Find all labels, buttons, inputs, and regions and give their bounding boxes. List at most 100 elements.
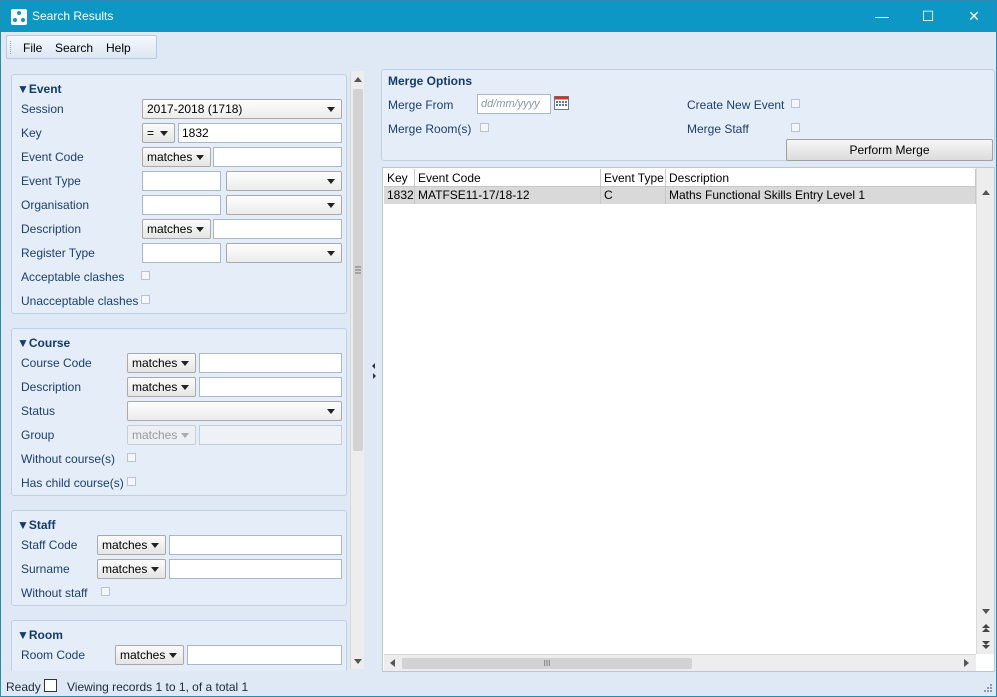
chevron-down-icon — [327, 203, 335, 208]
description-operator-select[interactable]: matches — [142, 219, 211, 239]
minimize-button[interactable]: — — [859, 1, 905, 32]
grid-hscroll-thumb[interactable]: III — [402, 658, 692, 669]
key-operator-select[interactable]: = — [142, 123, 175, 143]
course-description-label: Description — [21, 380, 82, 394]
column-header-event-type[interactable]: Event Type — [601, 169, 666, 187]
room-code-operator-select[interactable]: matches — [115, 645, 184, 665]
key-input[interactable]: 1832 — [178, 123, 342, 143]
surname-operator-value: matches — [102, 562, 148, 576]
calendar-icon[interactable] — [554, 96, 569, 110]
status-select[interactable] — [127, 401, 342, 421]
event-code-input[interactable] — [213, 147, 342, 167]
scroll-down-icon[interactable] — [982, 609, 990, 614]
grid-vertical-scrollbar[interactable] — [976, 168, 994, 654]
organisation-input[interactable] — [142, 195, 221, 215]
without-courses-checkbox[interactable] — [127, 453, 136, 462]
organisation-select[interactable] — [226, 195, 342, 215]
merge-options-panel: Merge Options Merge From dd/mm/yyyy Merg… — [381, 69, 995, 161]
staff-group: ▼Staff Staff Code matches Surname matche… — [11, 510, 347, 606]
register-type-input[interactable] — [142, 243, 221, 263]
surname-input[interactable] — [169, 559, 342, 579]
page-nav-icon[interactable] — [981, 623, 991, 651]
criteria-scroll-thumb[interactable] — [353, 89, 363, 451]
surname-label: Surname — [21, 562, 70, 576]
staff-code-input[interactable] — [169, 535, 342, 555]
key-operator-value: = — [147, 126, 155, 140]
status-checkbox[interactable] — [44, 679, 57, 692]
window-title: Search Results — [32, 9, 114, 23]
session-select[interactable]: 2017-2018 (1718) — [142, 99, 342, 119]
staff-heading[interactable]: ▼Staff — [17, 518, 56, 532]
course-code-input[interactable] — [199, 353, 342, 373]
without-staff-label: Without staff — [21, 586, 88, 600]
merge-from-date-input[interactable]: dd/mm/yyyy — [477, 94, 551, 114]
column-header-key[interactable]: Key — [384, 169, 415, 187]
pane-splitter[interactable] — [369, 70, 379, 671]
group-input[interactable] — [199, 425, 342, 445]
staff-code-operator-select[interactable]: matches — [97, 535, 166, 555]
scroll-down-icon[interactable] — [354, 659, 362, 664]
course-code-operator-value: matches — [132, 356, 178, 370]
course-description-operator-select[interactable]: matches — [127, 377, 196, 397]
event-type-label: Event Type — [21, 174, 81, 188]
title-bar[interactable]: Search Results — ☐ ✕ — [1, 1, 996, 32]
menu-bar: File Search Help — [6, 35, 157, 59]
merge-options-heading: Merge Options — [388, 74, 473, 88]
group-operator-select[interactable]: matches — [127, 425, 196, 445]
close-button[interactable]: ✕ — [951, 1, 997, 32]
acceptable-clashes-checkbox[interactable] — [141, 271, 150, 280]
has-child-courses-label: Has child course(s) — [21, 476, 124, 490]
results-grid: Key Event Code Event Type Description 18… — [382, 167, 995, 672]
chevron-down-icon — [327, 251, 335, 256]
course-description-operator-value: matches — [132, 380, 178, 394]
maximize-button[interactable]: ☐ — [905, 1, 951, 32]
column-header-event-code[interactable]: Event Code — [415, 169, 601, 187]
menu-search[interactable]: Search — [55, 41, 93, 55]
chevron-down-icon — [196, 155, 204, 160]
unacceptable-clashes-checkbox[interactable] — [141, 295, 150, 304]
surname-operator-select[interactable]: matches — [97, 559, 166, 579]
has-child-courses-checkbox[interactable] — [127, 477, 136, 486]
scroll-up-icon[interactable] — [982, 190, 990, 195]
cell-key[interactable]: 1832 — [384, 187, 415, 204]
event-code-operator-select[interactable]: matches — [142, 147, 211, 167]
resize-grip-icon[interactable] — [983, 683, 993, 693]
merge-rooms-checkbox[interactable] — [480, 123, 489, 132]
column-header-description[interactable]: Description — [666, 169, 976, 187]
splitter-arrows-icon — [372, 363, 376, 379]
room-heading[interactable]: ▼Room — [17, 628, 63, 642]
status-ready: Ready — [6, 680, 41, 694]
search-results-window: Search Results — ☐ ✕ File Search Help ▼E… — [0, 0, 997, 697]
merge-staff-label: Merge Staff — [687, 122, 749, 136]
merge-staff-checkbox[interactable] — [791, 123, 800, 132]
criteria-vertical-scrollbar[interactable] — [350, 71, 364, 669]
course-description-input[interactable] — [199, 377, 342, 397]
event-type-select[interactable] — [226, 171, 342, 191]
cell-event-type[interactable]: C — [601, 187, 666, 204]
chevron-down-icon — [181, 361, 189, 366]
scroll-up-icon[interactable] — [354, 77, 362, 82]
register-type-select[interactable] — [226, 243, 342, 263]
menu-help[interactable]: Help — [106, 41, 131, 55]
merge-from-label: Merge From — [388, 98, 454, 112]
scroll-left-icon[interactable] — [390, 659, 395, 667]
scroll-right-icon[interactable] — [964, 659, 969, 667]
event-type-input[interactable] — [142, 171, 221, 191]
create-new-event-checkbox[interactable] — [791, 99, 800, 108]
description-input[interactable] — [213, 219, 342, 239]
grid-horizontal-scrollbar[interactable]: III — [384, 654, 976, 671]
merge-rooms-label: Merge Room(s) — [388, 122, 472, 136]
perform-merge-button[interactable]: Perform Merge — [786, 139, 993, 161]
cell-event-code[interactable]: MATFSE11-17/18-12 — [415, 187, 601, 204]
course-code-operator-select[interactable]: matches — [127, 353, 196, 373]
menu-file[interactable]: File — [23, 41, 42, 55]
event-code-label: Event Code — [21, 150, 84, 164]
session-label: Session — [21, 102, 64, 116]
cell-description[interactable]: Maths Functional Skills Entry Level 1 — [666, 187, 976, 204]
course-heading[interactable]: ▼Course — [17, 336, 70, 350]
event-heading[interactable]: ▼Event — [17, 82, 62, 96]
without-staff-checkbox[interactable] — [101, 587, 110, 596]
status-records: Viewing records 1 to 1, of a total 1 — [67, 680, 249, 694]
chevron-down-icon — [151, 543, 159, 548]
room-code-input[interactable] — [187, 645, 342, 665]
